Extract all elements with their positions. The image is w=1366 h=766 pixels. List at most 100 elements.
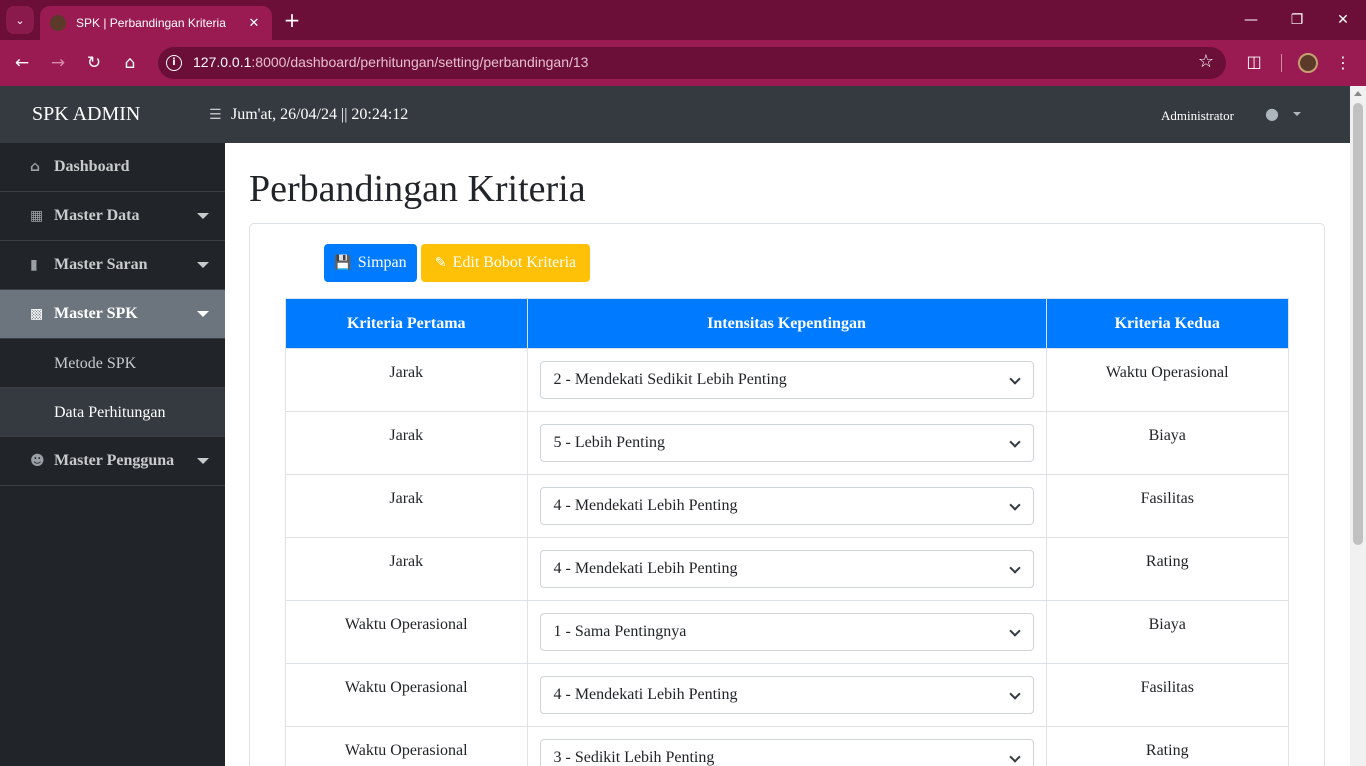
scroll-up-icon[interactable] [1354,91,1362,96]
intensity-select-value: 1 - Sama Pentingnya [553,623,687,640]
second-criterion-cell: Rating [1045,537,1289,601]
edit-icon: ✎ [434,255,447,271]
first-criterion-cell: Jarak [285,537,528,601]
intensity-select[interactable]: 4 - Mendekati Lebih Penting [539,487,1034,525]
chevron-down-icon [1008,625,1021,637]
table-row: Waktu Operasional 3 - Sedikit Lebih Pent… [285,726,1289,766]
sidebar: SPK ADMIN ⌂ Dashboard ▦ Master Data ▮ Ma… [0,86,225,766]
username-label: Administrator [1161,108,1234,123]
save-button-label: Simpan [357,254,407,271]
caret-down-icon [197,262,209,268]
brand-logo[interactable]: SPK ADMIN [0,86,225,143]
comparison-table: Kriteria Pertama Intensitas Kepentingan … [285,298,1289,766]
forward-button[interactable]: → [46,51,70,75]
table-row: Jarak 4 - Mendekati Lebih Penting Rating [285,537,1289,601]
chevron-down-icon [1008,688,1021,700]
sidebar-item-label: Dashboard [54,158,130,175]
second-criterion-cell: Waktu Operasional [1045,348,1289,412]
sidebar-subitem-metode-spk[interactable]: Metode SPK [0,339,225,388]
page-scrollbar[interactable] [1350,86,1366,766]
intensity-select-value: 5 - Lebih Penting [553,434,666,451]
first-criterion-cell: Jarak [285,474,528,538]
tab-title: SPK | Perbandingan Kriteria [76,16,226,30]
tab-search-button[interactable]: ⌄ [6,6,34,34]
profile-avatar[interactable] [1298,53,1318,73]
caret-down-icon [197,213,209,219]
intensity-select[interactable]: 4 - Mendekati Lebih Penting [539,676,1034,714]
second-criterion-cell: Fasilitas [1045,474,1289,538]
save-button[interactable]: 💾 Simpan [324,244,417,282]
second-criterion-cell: Rating [1045,726,1289,766]
extensions-icon[interactable]: ◫ [1243,52,1265,74]
toolbar-divider [1281,54,1282,72]
second-criterion-cell: Biaya [1045,411,1289,475]
sidebar-item-master-saran[interactable]: ▮ Master Saran [0,241,225,290]
sidebar-item-master-spk[interactable]: ▩ Master SPK [0,290,225,339]
page-title: Perbandingan Kriteria [249,168,586,210]
window-close-button[interactable]: ✕ [1320,8,1366,32]
intensity-select-value: 4 - Mendekati Lebih Penting [553,686,738,703]
home-icon: ⌂ [30,159,41,175]
intensity-select-value: 3 - Sedikit Lebih Penting [553,749,715,766]
edit-weights-button[interactable]: ✎ Edit Bobot Kriteria [421,244,590,282]
sidebar-item-label: Master SPK [54,305,138,322]
intensity-select[interactable]: 2 - Mendekati Sedikit Lebih Penting [539,361,1034,399]
sidebar-item-master-pengguna[interactable]: ☻ Master Pengguna [0,437,225,486]
chevron-down-icon [1008,373,1021,385]
sidebar-item-dashboard[interactable]: ⌂ Dashboard [0,143,225,192]
back-button[interactable]: ← [10,51,34,75]
url-text[interactable]: 127.0.0.1:8000/dashboard/perhitungan/set… [193,54,588,70]
new-tab-button[interactable]: + [283,9,301,31]
intensity-select[interactable]: 1 - Sama Pentingnya [539,613,1034,651]
site-info-icon[interactable]: i [166,55,182,71]
reload-button[interactable]: ↻ [82,51,106,75]
chevron-down-icon [1008,751,1021,763]
sidebar-item-label: Master Data [54,207,140,224]
table-row: Waktu Operasional 4 - Mendekati Lebih Pe… [285,663,1289,727]
minimize-button[interactable]: — [1228,8,1274,32]
scrollbar-thumb[interactable] [1353,103,1363,545]
bookmark-star-icon[interactable]: ☆ [1198,51,1214,72]
sidebar-subitem-data-perhitungan[interactable]: Data Perhitungan [0,388,225,437]
first-criterion-cell: Waktu Operasional [285,663,528,727]
column-header: Kriteria Kedua [1045,298,1289,349]
close-icon[interactable]: ✕ [246,16,262,31]
comment-icon: ▮ [30,257,38,273]
datetime-display: Jum'at, 26/04/24 || 20:24:12 [231,106,409,123]
first-criterion-cell: Waktu Operasional [285,600,528,664]
restore-button[interactable]: ❐ [1274,8,1320,32]
column-header: Intensitas Kepentingan [526,298,1047,349]
chevron-down-icon [1008,562,1021,574]
chevron-down-icon [1008,499,1021,511]
sidebar-item-master-data[interactable]: ▦ Master Data [0,192,225,241]
caret-down-icon [197,311,209,317]
favicon-icon [50,15,66,31]
edit-button-label: Edit Bobot Kriteria [452,254,577,271]
intensity-select[interactable]: 4 - Mendekati Lebih Penting [539,550,1034,588]
address-bar[interactable]: i 127.0.0.1:8000/dashboard/perhitungan/s… [158,47,1226,79]
chevron-down-icon: ⌄ [15,13,25,27]
intensity-select[interactable]: 3 - Sedikit Lebih Penting [539,739,1034,766]
table-row: Jarak 4 - Mendekati Lebih Penting Fasili… [285,474,1289,538]
user-cog-icon: ☻ [30,453,45,469]
sitemap-icon: ▩ [30,306,44,322]
chevron-down-icon [1008,436,1021,448]
browser-tab[interactable]: SPK | Perbandingan Kriteria ✕ [40,6,272,40]
second-criterion-cell: Fasilitas [1045,663,1289,727]
first-criterion-cell: Jarak [285,348,528,412]
browser-toolbar: ← → ↻ ⌂ i 127.0.0.1:8000/dashboard/perhi… [0,40,1366,86]
caret-down-icon [197,458,209,464]
save-icon: 💾 [334,255,352,271]
column-header: Kriteria Pertama [285,298,528,349]
home-button[interactable]: ⌂ [118,51,142,75]
hamburger-menu-icon[interactable]: ☰ [209,108,223,122]
more-menu-icon[interactable]: ⋮ [1333,51,1353,75]
table-row: Jarak 5 - Lebih Penting Biaya [285,411,1289,475]
user-icon[interactable]: ● [1265,104,1285,124]
table-header-row: Kriteria Pertama Intensitas Kepentingan … [285,298,1289,349]
sidebar-item-label: Master Saran [54,256,148,273]
caret-down-icon[interactable] [1293,112,1301,116]
table-row: Jarak 2 - Mendekati Sedikit Lebih Pentin… [285,348,1289,412]
table-row: Waktu Operasional 1 - Sama Pentingnya Bi… [285,600,1289,664]
intensity-select[interactable]: 5 - Lebih Penting [539,424,1034,462]
